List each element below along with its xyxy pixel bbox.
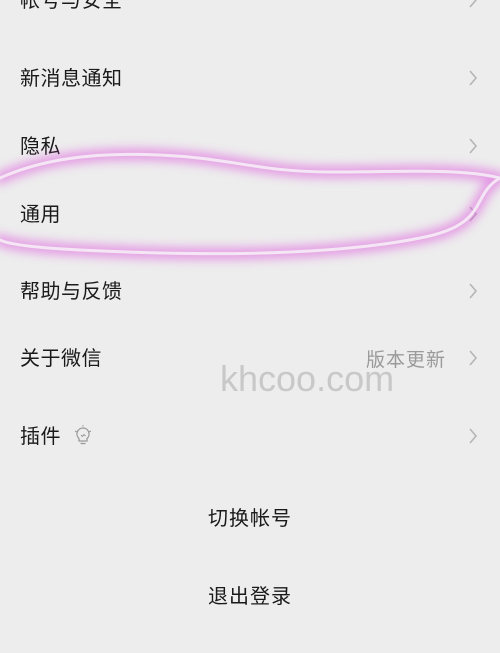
chevron-right-icon — [469, 70, 478, 86]
menu-item-label: 隐私 — [20, 134, 61, 158]
switch-account-button[interactable]: 切换帐号 — [0, 502, 500, 531]
menu-item-label: 帮助与反馈 — [20, 279, 123, 303]
version-update-label: 版本更新 — [365, 348, 446, 371]
menu-item-label: 通用 — [20, 202, 61, 226]
menu-item-help-feedback[interactable]: 帮助与反馈 — [0, 263, 500, 319]
chevron-right-icon — [469, 0, 478, 8]
menu-item-label: 关于微信 — [20, 346, 102, 370]
logout-button[interactable]: 退出登录 — [0, 580, 500, 609]
menu-item-about-wechat[interactable]: 关于微信 版本更新 — [0, 330, 500, 386]
menu-item-label: 帐号与安全 — [20, 0, 123, 12]
menu-item-new-message-notify[interactable]: 新消息通知 — [0, 50, 500, 106]
chevron-right-icon — [469, 206, 478, 222]
chevron-right-icon — [469, 283, 478, 299]
menu-item-plugins[interactable]: 插件 — [0, 408, 500, 464]
menu-item-label: 插件 — [20, 424, 61, 448]
chevron-right-icon — [469, 350, 478, 366]
menu-item-privacy[interactable]: 隐私 — [0, 118, 500, 174]
menu-item-account-security[interactable]: 帐号与安全 — [0, 0, 500, 28]
lightbulb-icon — [74, 425, 92, 445]
chevron-right-icon — [469, 428, 478, 444]
menu-item-label: 新消息通知 — [20, 66, 123, 90]
menu-item-general[interactable]: 通用 — [0, 186, 500, 242]
chevron-right-icon — [469, 138, 478, 154]
